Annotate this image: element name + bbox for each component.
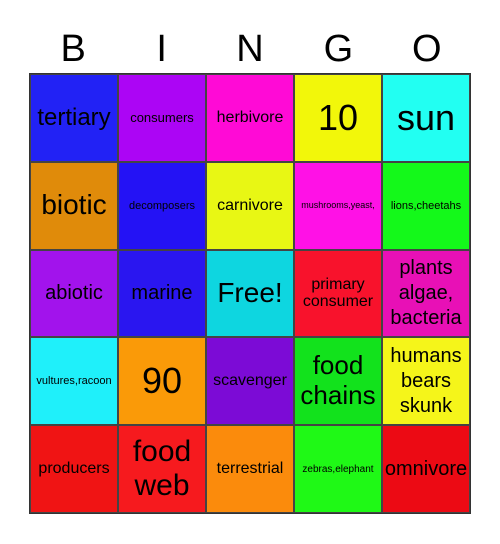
bingo-cell[interactable]: food web <box>118 425 206 513</box>
bingo-cell[interactable]: mushrooms,yeast, <box>294 161 382 250</box>
bingo-cell[interactable]: abiotic <box>30 249 118 338</box>
bingo-cell[interactable]: producers <box>30 425 118 513</box>
bingo-cell[interactable]: herbivore <box>206 74 294 162</box>
bingo-cell[interactable]: 10 <box>294 74 382 162</box>
bingo-cell[interactable]: terrestrial <box>206 425 294 513</box>
bingo-card-grid: tertiary consumers herbivore 10 sun biot… <box>29 73 471 514</box>
bingo-cell[interactable]: omnivore <box>382 425 470 513</box>
bingo-cell[interactable]: consumers <box>118 74 206 162</box>
bingo-cell[interactable]: humans bears skunk <box>382 337 470 426</box>
bingo-cell[interactable]: decomposers <box>118 161 206 250</box>
bingo-cell[interactable]: biotic <box>30 161 118 250</box>
header-letter-b: B <box>60 28 86 70</box>
bingo-cell[interactable]: plants algae, bacteria <box>382 249 470 338</box>
bingo-cell[interactable]: 90 <box>118 337 206 426</box>
bingo-cell[interactable]: sun <box>382 74 470 162</box>
bingo-cell[interactable]: tertiary <box>30 74 118 162</box>
bingo-cell[interactable]: primary consumer <box>294 249 382 338</box>
header-letter-o: O <box>412 28 442 70</box>
header-letter-n: N <box>236 28 264 70</box>
bingo-cell-free-space[interactable]: Free! <box>206 249 294 338</box>
bingo-cell[interactable]: marine <box>118 249 206 338</box>
bingo-cell[interactable]: vultures,racoon <box>30 337 118 426</box>
bingo-header: B I N G O <box>29 24 471 74</box>
header-letter-i: I <box>156 28 167 70</box>
bingo-cell[interactable]: scavenger <box>206 337 294 426</box>
bingo-cell[interactable]: lions,cheetahs <box>382 161 470 250</box>
bingo-cell[interactable]: food chains <box>294 337 382 426</box>
bingo-cell[interactable]: carnivore <box>206 161 294 250</box>
bingo-cell[interactable]: zebras,elephant <box>294 425 382 513</box>
header-letter-g: G <box>323 28 354 70</box>
